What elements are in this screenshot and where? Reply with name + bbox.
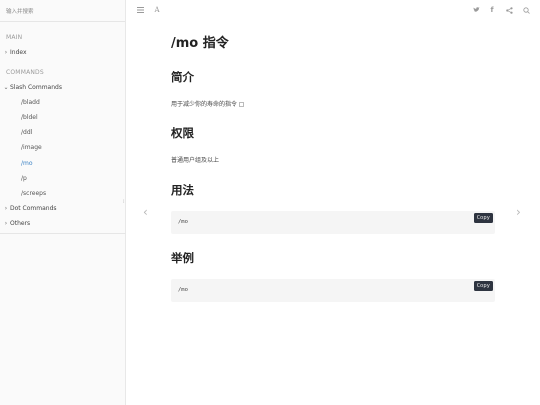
search-icon[interactable] bbox=[521, 5, 531, 15]
sidebar-item-mo[interactable]: /mo bbox=[21, 158, 33, 169]
sidebar-item-label: Slash Commands bbox=[10, 84, 62, 91]
chevron-right-icon[interactable]: › bbox=[516, 205, 521, 219]
sidebar: 输入并搜索 MAIN › Index COMMANDS ⌄ Slash Comm… bbox=[0, 0, 126, 405]
section-heading-usage: 用法 bbox=[171, 183, 194, 197]
code-block-usage: /mo Copy bbox=[171, 211, 495, 234]
section-text-permission: 普通用户组及以上 bbox=[171, 157, 220, 164]
sidebar-item-label: Others bbox=[10, 220, 31, 227]
resize-handle-icon[interactable]: ⁞ bbox=[123, 199, 125, 205]
chevron-right-icon: › bbox=[4, 205, 8, 212]
chevron-right-icon: › bbox=[4, 49, 8, 56]
top-toolbar: A f bbox=[127, 0, 540, 22]
page-title: /mo 指令 bbox=[171, 36, 229, 51]
section-heading-example: 举例 bbox=[171, 251, 194, 265]
twitter-icon[interactable] bbox=[471, 5, 481, 15]
facebook-icon[interactable]: f bbox=[487, 5, 497, 15]
sidebar-item-screeps[interactable]: /screeps bbox=[21, 188, 46, 199]
section-heading-intro: 简介 bbox=[171, 70, 194, 84]
section-title-main: MAIN bbox=[6, 34, 23, 41]
menu-icon[interactable] bbox=[135, 5, 145, 15]
sidebar-item-bladd[interactable]: /bladd bbox=[21, 97, 40, 108]
font-settings-icon[interactable]: A bbox=[152, 5, 162, 15]
sidebar-item-p[interactable]: /p bbox=[21, 173, 27, 184]
search-input[interactable]: 输入并搜索 bbox=[0, 0, 125, 22]
copy-button[interactable]: Copy bbox=[473, 281, 493, 291]
section-text-intro: 用于减少你的寿命的指令 bbox=[171, 99, 245, 108]
sidebar-item-ddl[interactable]: /ddl bbox=[21, 127, 32, 138]
code-text: /mo bbox=[178, 219, 188, 225]
sidebar-item-bldel[interactable]: /bldel bbox=[21, 112, 38, 123]
sidebar-item-label: Dot Commands bbox=[10, 205, 57, 212]
sidebar-divider bbox=[0, 233, 126, 234]
sidebar-item-index[interactable]: › Index bbox=[0, 47, 27, 58]
chevron-left-icon[interactable]: ‹ bbox=[143, 205, 148, 219]
sidebar-item-slash-commands[interactable]: ⌄ Slash Commands bbox=[0, 82, 62, 93]
chevron-right-icon: › bbox=[4, 220, 8, 227]
sidebar-item-dot-commands[interactable]: › Dot Commands bbox=[0, 203, 57, 214]
code-text: /mo bbox=[178, 287, 188, 293]
sidebar-item-image[interactable]: /image bbox=[21, 142, 42, 153]
sidebar-item-label: Index bbox=[10, 49, 27, 56]
section-title-commands: COMMANDS bbox=[6, 69, 44, 76]
share-icon[interactable] bbox=[504, 5, 514, 15]
sidebar-item-others[interactable]: › Others bbox=[0, 218, 30, 229]
copy-button[interactable]: Copy bbox=[473, 213, 493, 223]
section-heading-permission: 权限 bbox=[171, 126, 194, 140]
chevron-down-icon: ⌄ bbox=[3, 84, 9, 91]
anchor-icon[interactable] bbox=[239, 102, 245, 107]
code-block-example: /mo Copy bbox=[171, 279, 495, 302]
